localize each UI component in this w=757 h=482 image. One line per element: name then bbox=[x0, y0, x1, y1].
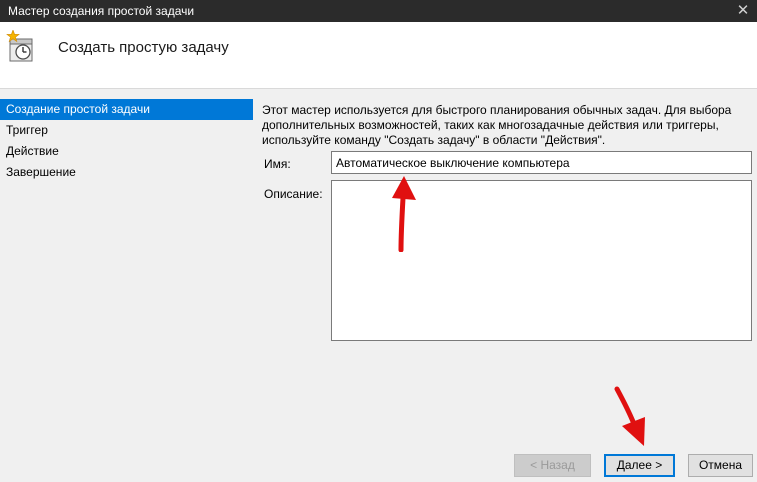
cancel-button[interactable]: Отмена bbox=[688, 454, 753, 477]
annotation-arrow-up-icon bbox=[392, 176, 416, 252]
name-label: Имя: bbox=[264, 157, 291, 171]
button-bar: < Назад Далее > Отмена bbox=[0, 450, 757, 482]
description-label: Описание: bbox=[264, 187, 323, 201]
title-bar: Мастер создания простой задачи ✕ bbox=[0, 0, 757, 22]
description-line: дополнительных возможностей, таких как м… bbox=[262, 118, 719, 132]
step-finish[interactable]: Завершение bbox=[0, 162, 253, 183]
next-button[interactable]: Далее > bbox=[604, 454, 675, 477]
step-trigger[interactable]: Триггер bbox=[0, 120, 253, 141]
page-title: Создать простую задачу bbox=[58, 39, 229, 56]
description-line: используйте команду "Создать задачу" в о… bbox=[262, 133, 606, 147]
wizard-steps: Создание простой задачи Триггер Действие… bbox=[0, 99, 253, 183]
close-icon[interactable]: ✕ bbox=[733, 1, 753, 21]
wizard-header: Создать простую задачу bbox=[0, 22, 757, 88]
back-button[interactable]: < Назад bbox=[514, 454, 591, 477]
description-line: Этот мастер используется для быстрого пл… bbox=[262, 103, 732, 117]
task-scheduler-icon bbox=[6, 30, 33, 62]
name-input[interactable] bbox=[331, 151, 752, 174]
annotation-arrow-down-icon bbox=[614, 386, 645, 446]
wizard-description: Этот мастер используется для быстрого пл… bbox=[262, 103, 742, 148]
window-title: Мастер создания простой задачи bbox=[8, 4, 195, 18]
step-action[interactable]: Действие bbox=[0, 141, 253, 162]
step-create-task[interactable]: Создание простой задачи bbox=[0, 99, 253, 120]
